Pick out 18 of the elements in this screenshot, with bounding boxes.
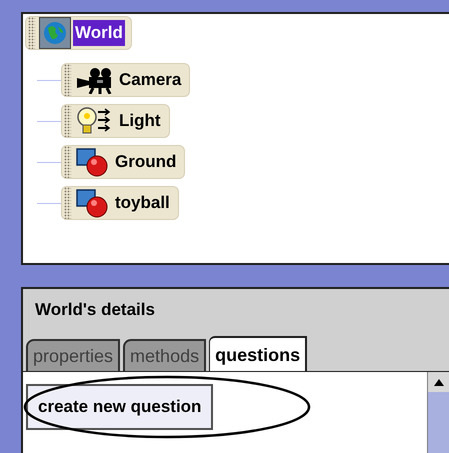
object-tile[interactable]: Ground: [61, 145, 186, 179]
object-label: Camera: [118, 69, 182, 92]
panel-title: World's details: [35, 299, 155, 321]
tab[interactable]: methods: [123, 339, 206, 371]
object-tile[interactable]: Camera: [61, 63, 190, 97]
globe-icon: [39, 17, 71, 49]
create-question-button[interactable]: create new question: [26, 384, 214, 430]
tab[interactable]: questions: [209, 336, 308, 372]
object-label: World: [73, 20, 125, 46]
tab[interactable]: properties: [26, 339, 120, 371]
scrollbar[interactable]: [427, 372, 449, 453]
object-label: toyball: [114, 192, 171, 214]
object-tile[interactable]: World: [25, 16, 132, 50]
object-label: Light: [118, 110, 162, 132]
scroll-thumb[interactable]: [428, 392, 449, 453]
object-tile[interactable]: Light: [61, 104, 170, 138]
object-label: Ground: [114, 151, 178, 174]
object-tile[interactable]: toyball: [61, 186, 179, 220]
